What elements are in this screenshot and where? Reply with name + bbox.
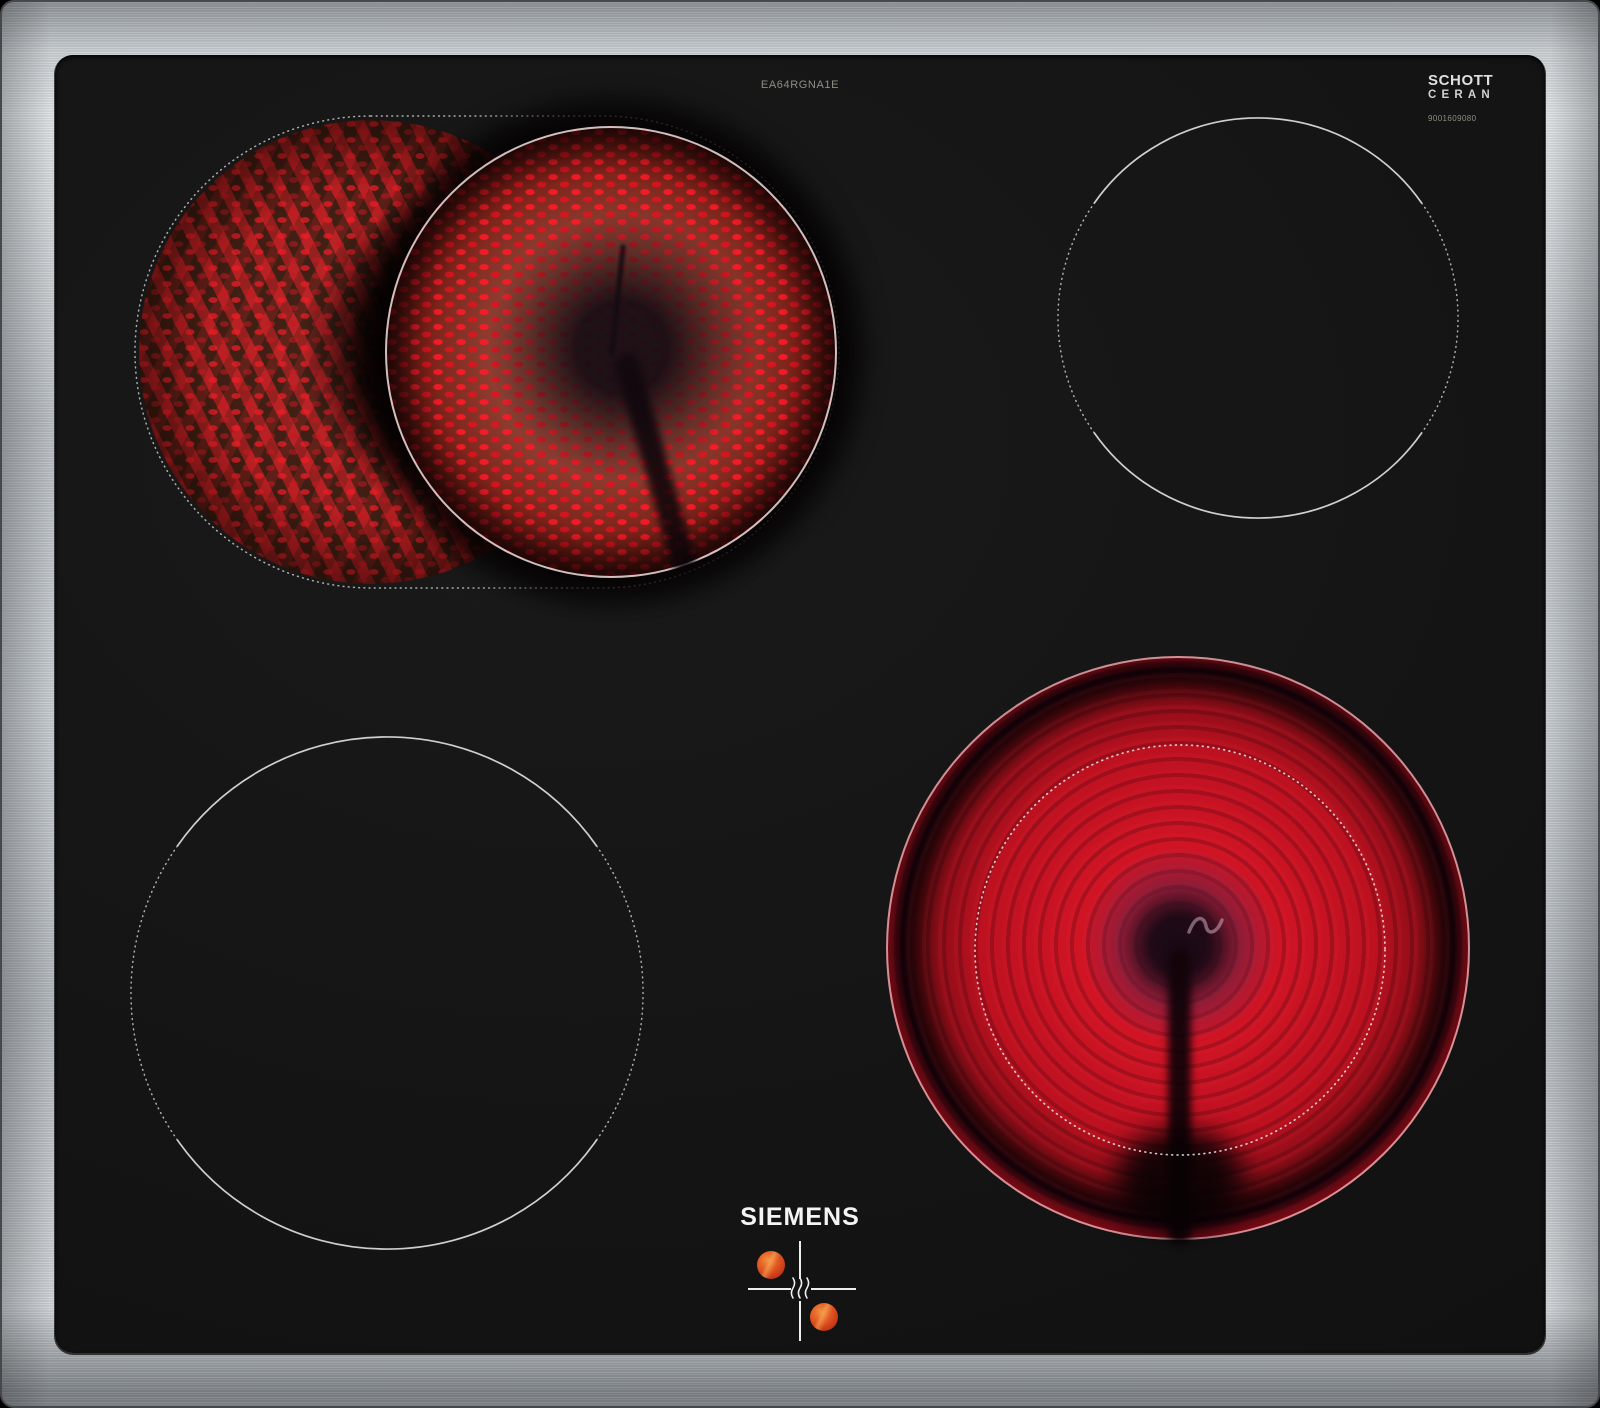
cooktop-product-photo: EA64RGNA1E SCHOTT CERAN 9001609080 SIEME… [0,0,1600,1408]
ceramic-glass-surface: EA64RGNA1E SCHOTT CERAN 9001609080 SIEME… [55,55,1545,1353]
zone-front-right-dual-circuit [886,656,1470,1244]
indicator-line-top [799,1241,801,1279]
heater-sensor-needle [609,244,626,356]
zone-front-left-outline [130,736,644,1250]
indicator-line-right [811,1288,856,1290]
residual-heat-indicator [738,1235,862,1347]
ceran-logo-line: CERAN [1428,88,1495,101]
zone-back-right-outline [1057,117,1459,519]
indicator-line-bottom [799,1301,801,1341]
inner-circuit-dotted-outline [974,744,1386,1156]
model-label: EA64RGNA1E [760,79,840,91]
indicator-line-left [748,1288,791,1290]
steam-icon [790,1277,810,1299]
residual-heat-dot [757,1251,785,1279]
residual-heat-dot [810,1303,838,1331]
heater-sensor-stem [612,350,698,575]
siemens-logo: SIEMENS [740,1203,860,1231]
schott-logo-line: SCHOTT [1428,72,1494,89]
zone-back-left-main-circle [385,126,837,578]
